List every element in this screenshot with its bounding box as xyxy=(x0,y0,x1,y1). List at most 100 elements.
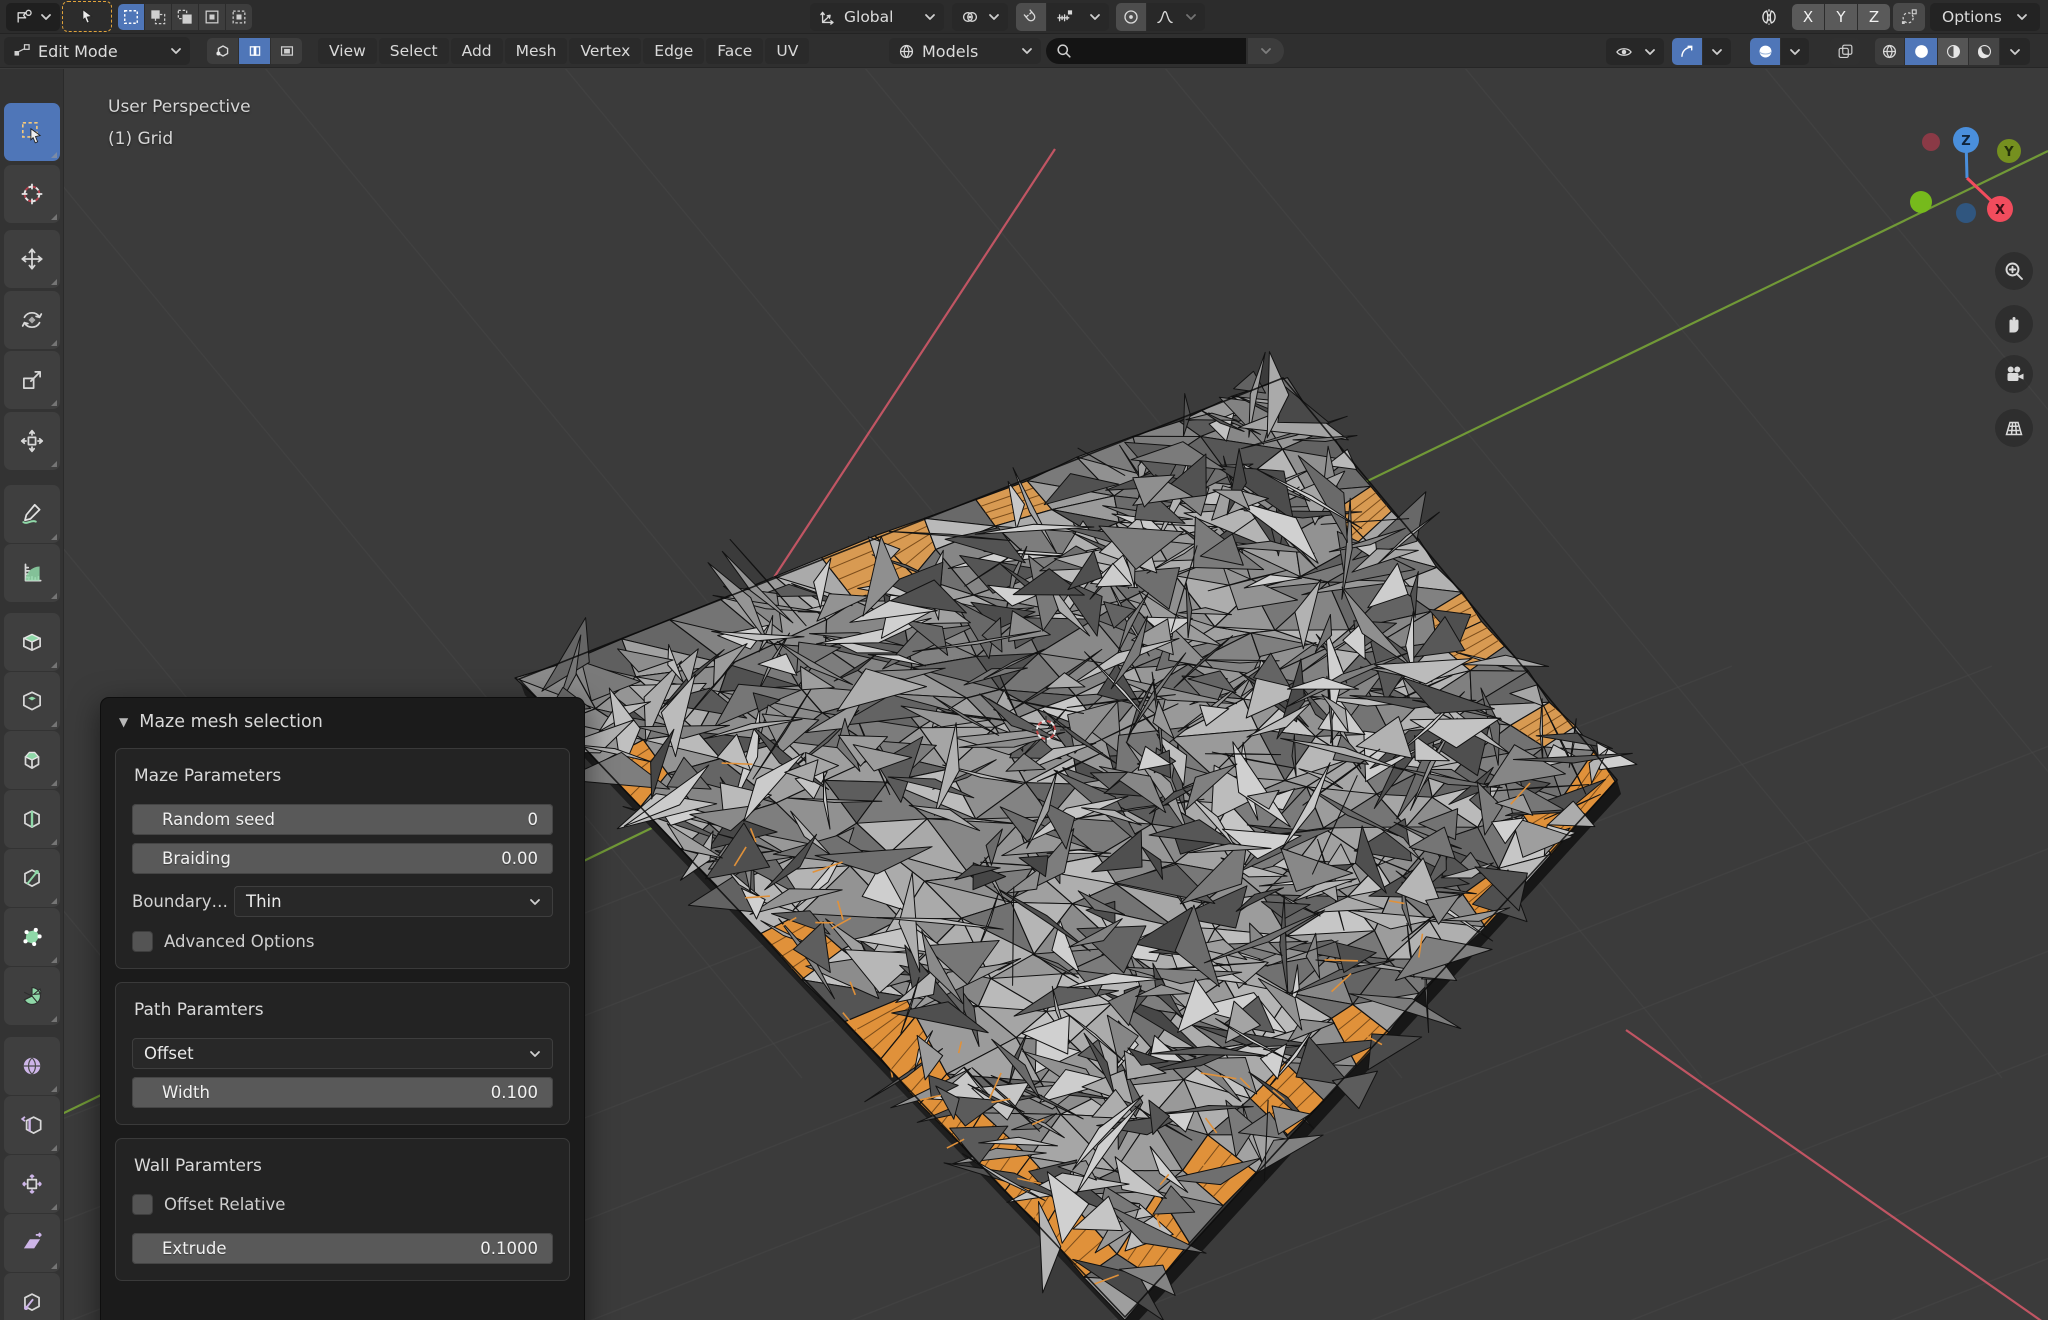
slider-label: Braiding xyxy=(162,849,231,868)
select-intersect-button[interactable] xyxy=(226,4,252,30)
slider-label: Random seed xyxy=(162,810,275,829)
shading-solid-button[interactable] xyxy=(1905,38,1937,65)
random-seed-slider[interactable]: Random seed 0 xyxy=(132,804,553,835)
path-type-dropdown[interactable]: Offset xyxy=(132,1038,553,1069)
braiding-slider[interactable]: Braiding 0.00 xyxy=(132,843,553,874)
offset-relative-checkbox[interactable] xyxy=(132,1194,153,1215)
blender-window: Global X Y Z Options xyxy=(0,0,2048,1320)
edge-select-button[interactable] xyxy=(239,38,270,64)
extrude-slider[interactable]: Extrude 0.1000 xyxy=(132,1233,553,1264)
shading-wireframe-button[interactable] xyxy=(1875,38,1904,65)
tool-inset-faces-button[interactable] xyxy=(4,672,60,730)
tool-extrude-region-button[interactable] xyxy=(4,613,60,671)
select-invert-button[interactable] xyxy=(199,4,225,30)
active-tool-selector[interactable] xyxy=(6,3,60,31)
select-subtract-button[interactable] xyxy=(172,4,198,30)
tool-rotate-button[interactable] xyxy=(4,291,60,349)
chevron-down-icon xyxy=(1260,47,1272,55)
asset-library-dropdown[interactable]: Models xyxy=(889,38,1041,64)
tool-select-box-button[interactable] xyxy=(4,103,60,161)
tool-bevel-button[interactable] xyxy=(4,731,60,789)
select-extend-button[interactable] xyxy=(145,4,171,30)
face-select-button[interactable] xyxy=(271,38,302,64)
mirror-button[interactable] xyxy=(1750,4,1788,30)
show-hide-dropdown[interactable] xyxy=(1606,38,1664,65)
poly-build-icon xyxy=(19,924,45,950)
dropdown-value: Thin xyxy=(246,892,282,911)
menu-select[interactable]: Select xyxy=(379,38,449,64)
shrink-fatten-icon xyxy=(19,1171,45,1197)
chevron-down-icon xyxy=(1789,48,1801,56)
chevron-down-icon xyxy=(170,47,182,55)
3d-viewport[interactable]: User Perspective (1) Grid ZYX ▼ Maze mes… xyxy=(0,69,2048,1320)
shading-dropdown[interactable] xyxy=(2000,38,2030,65)
vertex-select-button[interactable] xyxy=(207,38,238,64)
xray-toggle[interactable] xyxy=(1830,38,1860,65)
collapse-triangle-icon[interactable]: ▼ xyxy=(119,715,128,729)
advanced-options-checkbox[interactable] xyxy=(132,931,153,952)
proportional-falloff-dropdown[interactable] xyxy=(1147,3,1205,31)
menu-edge[interactable]: Edge xyxy=(643,38,704,64)
width-slider[interactable]: Width 0.100 xyxy=(132,1077,553,1108)
overlays-dropdown[interactable] xyxy=(1781,38,1809,65)
chevron-down-icon xyxy=(1644,48,1656,56)
transform-orientation-dropdown[interactable]: Global xyxy=(810,3,944,31)
menu-add[interactable]: Add xyxy=(451,38,503,64)
snap-base-button[interactable] xyxy=(1893,3,1925,31)
mode-dropdown[interactable]: Edit Mode xyxy=(4,37,190,65)
navigation-gizmo[interactable]: ZYX xyxy=(1888,109,2048,239)
menu-face[interactable]: Face xyxy=(706,38,763,64)
search-input[interactable] xyxy=(1046,38,1246,64)
select-cursor-icon xyxy=(76,6,98,28)
tool-scale-button[interactable] xyxy=(4,351,60,409)
tool-edge-slide-button[interactable] xyxy=(4,1096,60,1154)
zoom-in-icon xyxy=(2002,259,2026,283)
shading-rendered-button[interactable] xyxy=(1969,38,1999,65)
loop-cut-icon xyxy=(19,806,45,832)
search-collapse-button[interactable] xyxy=(1248,38,1284,64)
proportional-editing-toggle[interactable] xyxy=(1116,3,1146,31)
show-gizmo-toggle[interactable] xyxy=(1672,38,1702,65)
select-set-button[interactable] xyxy=(118,4,144,30)
mirror-z-button[interactable]: Z xyxy=(1858,4,1890,30)
tool-knife-button[interactable] xyxy=(4,849,60,907)
snap-to-dropdown[interactable] xyxy=(1047,3,1109,31)
tool-shrink-fatten-button[interactable] xyxy=(4,1155,60,1213)
tool-transform-button[interactable] xyxy=(4,412,60,470)
tool-poly-build-button[interactable] xyxy=(4,908,60,966)
active-tool-button[interactable] xyxy=(62,1,112,32)
tool-smooth-button[interactable] xyxy=(4,1037,60,1095)
menu-view[interactable]: View xyxy=(318,38,377,64)
panel-header[interactable]: ▼ Maze mesh selection xyxy=(101,698,584,746)
gizmo-dropdown[interactable] xyxy=(1703,38,1731,65)
tool-move-button[interactable] xyxy=(4,230,60,288)
mirror-x-button[interactable]: X xyxy=(1792,4,1824,30)
boundary-dropdown[interactable]: Thin xyxy=(234,886,553,917)
pivot-point-dropdown[interactable] xyxy=(952,3,1008,31)
tool-spin-button[interactable] xyxy=(4,967,60,1025)
tool-shelf xyxy=(0,69,64,1320)
zoom-button[interactable] xyxy=(1995,252,2033,290)
tool-shear-button[interactable] xyxy=(4,1214,60,1272)
mirror-y-button[interactable]: Y xyxy=(1825,4,1857,30)
ortho-toggle-button[interactable] xyxy=(1995,409,2033,447)
extrude-region-icon xyxy=(19,629,45,655)
menu-uv[interactable]: UV xyxy=(765,38,809,64)
menu-mesh[interactable]: Mesh xyxy=(505,38,568,64)
options-dropdown[interactable]: Options xyxy=(1930,3,2040,31)
show-overlays-toggle[interactable] xyxy=(1750,38,1780,65)
tool-annotate-button[interactable] xyxy=(4,485,60,543)
mode-set-icon xyxy=(121,7,141,27)
pan-button[interactable] xyxy=(1995,305,2033,343)
menu-vertex[interactable]: Vertex xyxy=(569,38,641,64)
tool-loop-cut-button[interactable] xyxy=(4,790,60,848)
camera-view-button[interactable] xyxy=(1995,355,2033,393)
tool-measure-button[interactable] xyxy=(4,544,60,602)
vertex-select-icon xyxy=(213,41,233,61)
snap-toggle-button[interactable] xyxy=(1016,3,1046,31)
mode-intersect-icon xyxy=(229,7,249,27)
viewport-menus: ViewSelectAddMeshVertexEdgeFaceUV xyxy=(318,38,809,64)
tool-cursor-button[interactable] xyxy=(4,165,60,223)
shading-material-button[interactable] xyxy=(1938,38,1968,65)
tool-rip-region-button[interactable] xyxy=(4,1273,60,1320)
